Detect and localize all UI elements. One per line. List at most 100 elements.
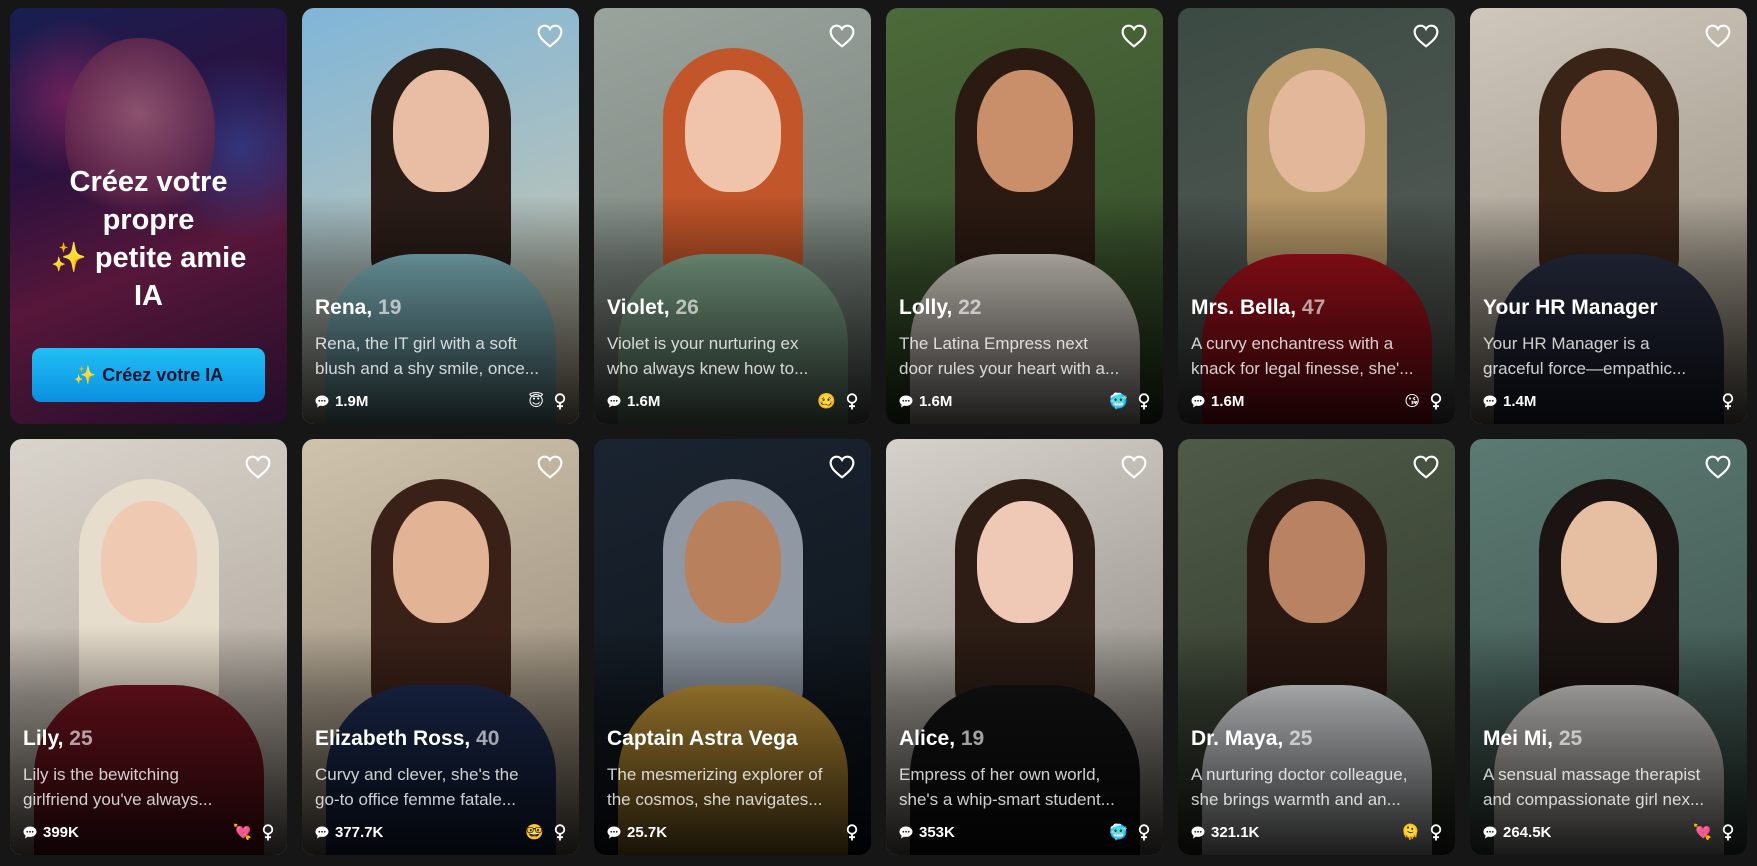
mood-emoji: 🥶	[1109, 824, 1128, 841]
mood-emoji: 💘	[1693, 824, 1712, 841]
heart-icon[interactable]	[1413, 455, 1439, 479]
character-card[interactable]: Alice, 19 Empress of her own world, she's…	[886, 439, 1163, 855]
female-icon	[846, 823, 858, 840]
character-description: Rena, the IT girl with a soft blush and a…	[315, 334, 539, 378]
character-name: Rena, 19	[315, 296, 402, 319]
chat-bubble-icon	[899, 395, 913, 407]
female-icon	[1138, 823, 1150, 840]
female-icon	[1138, 392, 1150, 409]
character-name: Your HR Manager	[1483, 296, 1658, 319]
chat-bubble-icon	[607, 395, 621, 407]
chat-bubble-icon	[1191, 826, 1205, 838]
character-description: A sensual massage therapist and compassio…	[1483, 765, 1705, 809]
chat-count: 377.7K	[335, 823, 384, 841]
character-description: A curvy enchantress with a knack for lega…	[1191, 334, 1414, 378]
character-age: 22	[958, 296, 982, 319]
character-grid: Créez votre propre ✨ petite amie IA ✨ Cr…	[10, 8, 1747, 858]
character-age: 40	[476, 727, 500, 750]
female-icon	[1430, 392, 1442, 409]
mood-emoji: 🫠	[1401, 824, 1420, 841]
chat-bubble-icon	[899, 826, 913, 838]
character-card[interactable]: Mei Mi, 25 A sensual massage therapist an…	[1470, 439, 1747, 855]
chat-bubble-icon	[23, 826, 37, 838]
female-icon	[1722, 823, 1734, 840]
chat-bubble-icon	[1483, 826, 1497, 838]
heart-icon[interactable]	[1121, 455, 1147, 479]
chat-count: 1.6M	[1211, 392, 1245, 410]
character-name: Dr. Maya, 25	[1191, 727, 1313, 750]
mood-emoji: 😇	[528, 393, 544, 410]
character-age: 25	[1289, 727, 1313, 750]
character-age: 26	[675, 296, 699, 319]
chat-count: 1.4M	[1503, 392, 1537, 410]
character-name: Elizabeth Ross, 40	[315, 727, 500, 750]
heart-icon[interactable]	[829, 455, 855, 479]
character-card[interactable]: Your HR Manager Your HR Manager is a grac…	[1470, 8, 1747, 424]
character-description: Your HR Manager is a graceful force—empat…	[1483, 334, 1687, 378]
chat-count: 1.6M	[627, 392, 661, 410]
character-description: Violet is your nurturing ex who always kn…	[607, 334, 809, 378]
female-icon	[554, 392, 566, 409]
mood-emoji: 🥶	[1109, 393, 1128, 410]
character-name: Mrs. Bella, 47	[1191, 296, 1326, 319]
magic-wand-icon: ✨	[73, 364, 97, 385]
chat-count: 1.6M	[919, 392, 953, 410]
character-card[interactable]: Elizabeth Ross, 40 Curvy and clever, she…	[302, 439, 579, 855]
chat-bubble-icon	[1191, 395, 1205, 407]
character-description: Empress of her own world, she's a whip-sm…	[899, 765, 1115, 809]
character-age: 25	[1558, 727, 1583, 750]
create-ai-promo-card[interactable]: Créez votre propre ✨ petite amie IA ✨ Cr…	[10, 8, 287, 424]
character-card[interactable]: Lolly, 22 The Latina Empress next door ru…	[886, 8, 1163, 424]
mood-emoji: 🥴	[817, 393, 836, 410]
character-name: Alice, 19	[899, 727, 985, 750]
female-icon	[554, 823, 566, 840]
chat-bubble-icon	[315, 826, 329, 838]
character-age: 19	[378, 296, 402, 319]
character-description: Curvy and clever, she's the go-to office …	[315, 765, 519, 809]
character-description: The Latina Empress next door rules your h…	[899, 334, 1120, 378]
chat-bubble-icon	[315, 395, 329, 407]
heart-icon[interactable]	[1413, 24, 1439, 48]
character-age: 19	[960, 727, 985, 750]
female-icon	[262, 823, 274, 840]
character-name: Captain Astra Vega	[607, 727, 798, 750]
character-card[interactable]: Rena, 19 Rena, the IT girl with a soft bl…	[302, 8, 579, 424]
heart-icon[interactable]	[829, 24, 855, 48]
character-description: A nurturing doctor colleague, she brings …	[1191, 765, 1408, 809]
chat-count: 399K	[43, 823, 79, 841]
character-name: Violet, 26	[607, 296, 699, 319]
character-card[interactable]: Dr. Maya, 25 A nurturing doctor colleagu…	[1178, 439, 1455, 855]
heart-icon[interactable]	[1705, 455, 1731, 479]
character-age: 47	[1301, 296, 1326, 319]
mood-emoji: 🤓	[525, 824, 544, 841]
female-icon	[1722, 392, 1734, 409]
heart-icon[interactable]	[1121, 24, 1147, 48]
chat-count: 353K	[919, 823, 955, 841]
character-age: 25	[69, 727, 93, 750]
character-name: Mei Mi, 25	[1483, 727, 1583, 750]
female-icon	[846, 392, 858, 409]
chat-count: 1.9M	[335, 392, 369, 410]
chat-count: 264.5K	[1503, 823, 1552, 841]
mood-emoji: 😘	[1404, 393, 1420, 410]
character-name: Lolly, 22	[899, 296, 982, 319]
promo-title: Créez votre propre ✨ petite amie IA	[50, 166, 247, 312]
mood-emoji: 💘	[233, 824, 252, 841]
character-name: Lily, 25	[23, 727, 93, 750]
character-card[interactable]: Violet, 26 Violet is your nurturing ex wh…	[594, 8, 871, 424]
heart-icon[interactable]	[245, 455, 271, 479]
female-icon	[1430, 823, 1442, 840]
heart-icon[interactable]	[537, 24, 563, 48]
character-card[interactable]: Lily, 25 Lily is the bewitching girlfrien…	[10, 439, 287, 855]
create-ai-button[interactable]: ✨ Créez votre IA	[32, 348, 265, 402]
character-card[interactable]: Captain Astra Vega The mesmerizing explo…	[594, 439, 871, 855]
chat-count: 321.1K	[1211, 823, 1260, 841]
chat-bubble-icon	[1483, 395, 1497, 407]
character-description: Lily is the bewitching girlfriend you've …	[23, 765, 213, 809]
character-card[interactable]: Mrs. Bella, 47 A curvy enchantress with …	[1178, 8, 1455, 424]
heart-icon[interactable]	[1705, 24, 1731, 48]
chat-bubble-icon	[607, 826, 621, 838]
heart-icon[interactable]	[537, 455, 563, 479]
chat-count: 25.7K	[627, 823, 668, 841]
character-description: The mesmerizing explorer of the cosmos, s…	[607, 765, 823, 809]
